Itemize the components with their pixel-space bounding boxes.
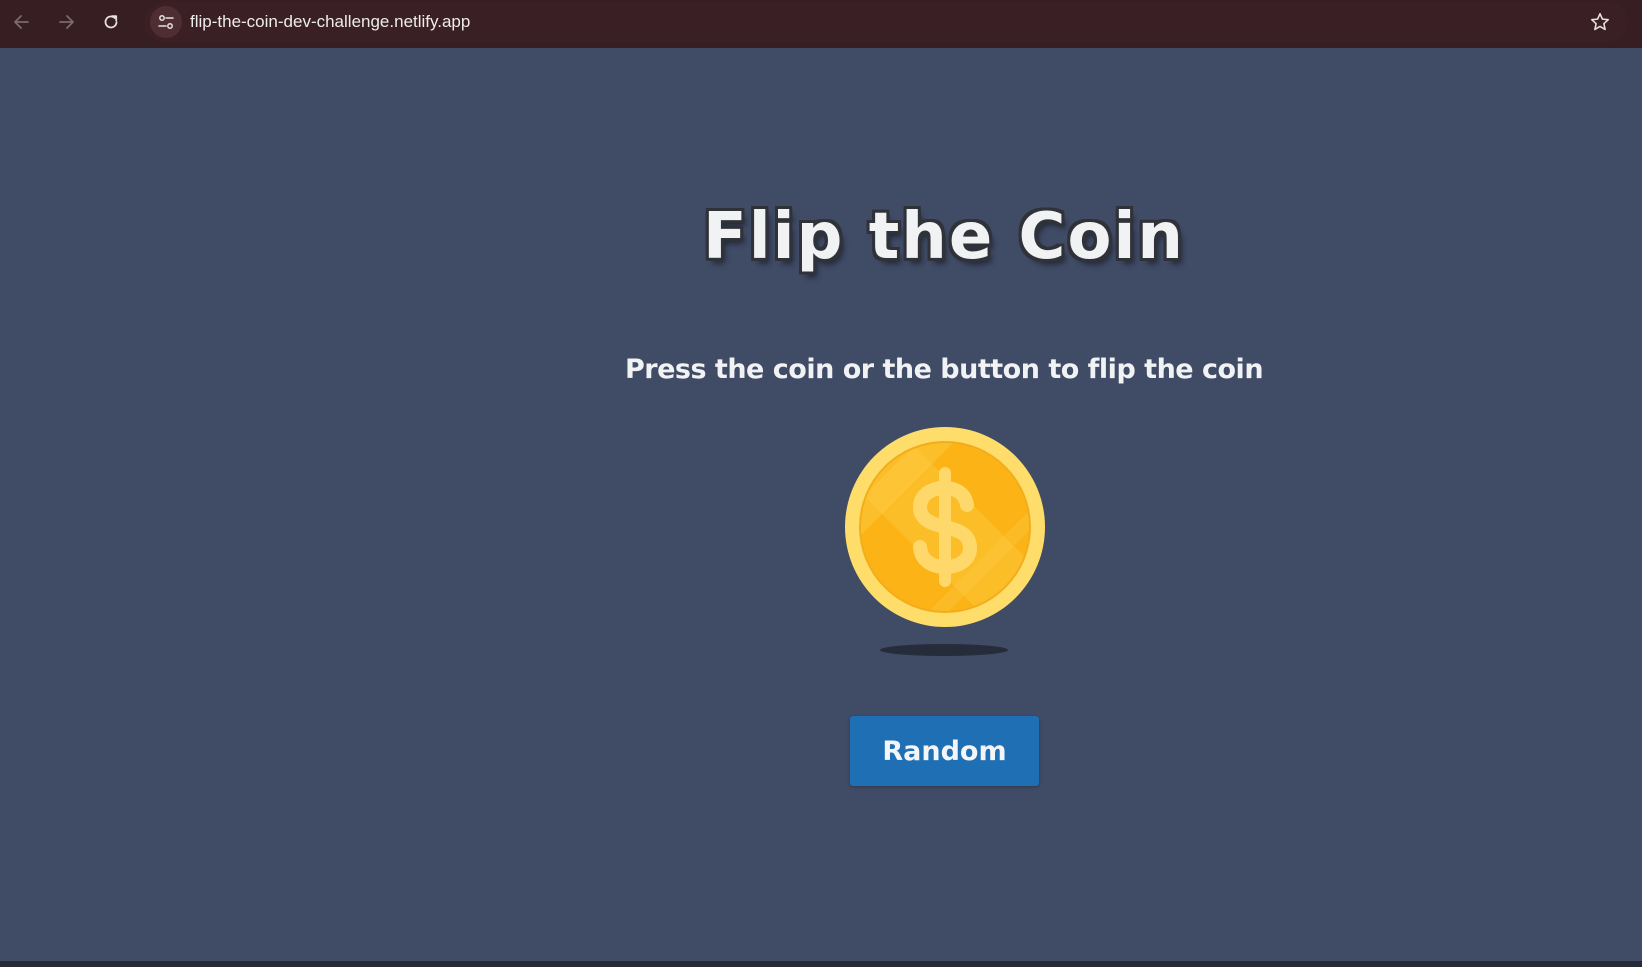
url-text[interactable]: flip-the-coin-dev-challenge.netlify.app [190,12,470,32]
bookmark-button[interactable] [1584,6,1616,38]
star-icon [1590,12,1610,31]
page-title: Flip the Coin [703,200,1185,274]
browser-toolbar: flip-the-coin-dev-challenge.netlify.app [0,0,1642,48]
random-button[interactable]: Random [850,716,1039,786]
arrow-left-icon [14,15,29,29]
address-bar[interactable]: flip-the-coin-dev-challenge.netlify.app [144,2,1628,42]
coin[interactable] [844,426,1046,628]
forward-button[interactable] [50,6,82,38]
back-button[interactable] [6,6,38,38]
coin-shadow [880,644,1008,656]
dollar-coin-icon [845,427,1045,627]
instruction-text: Press the coin or the button to flip the… [624,354,1264,385]
site-info-button[interactable] [150,6,182,38]
arrow-right-icon [59,15,74,29]
reload-button[interactable] [95,6,127,38]
bottom-edge [0,961,1642,967]
page-content [0,48,1642,961]
tune-icon [158,15,174,29]
reload-icon [104,15,118,29]
